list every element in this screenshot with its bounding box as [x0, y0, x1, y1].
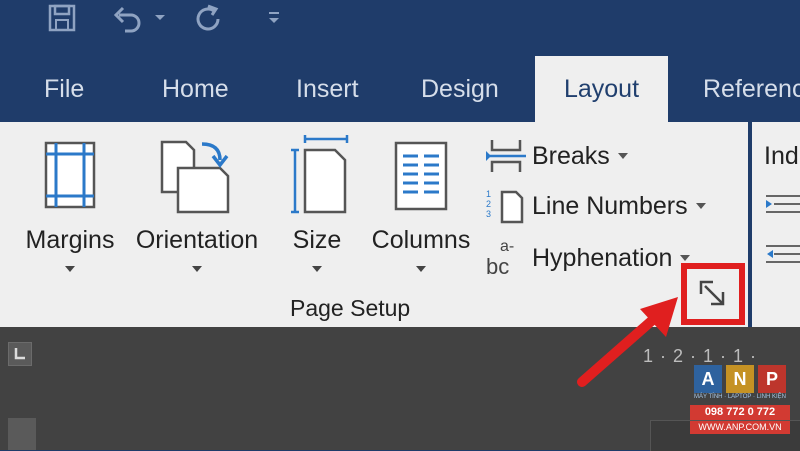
hyphenation-icon: a- bc: [486, 238, 526, 279]
indent-label: Ind: [764, 142, 799, 170]
tab-insert[interactable]: Insert: [296, 56, 359, 122]
customize-qat-icon[interactable]: [262, 0, 286, 36]
svg-text:3: 3: [486, 209, 491, 219]
size-icon: [291, 135, 349, 214]
group-label-page-setup: Page Setup: [290, 295, 411, 321]
breaks-icon: [486, 140, 526, 172]
watermark-letter: P: [758, 365, 786, 393]
hyphenation-button[interactable]: a- bc Hyphenation: [486, 238, 691, 279]
size-button[interactable]: Size: [282, 132, 352, 282]
columns-label: Columns: [371, 226, 471, 254]
chevron-down-icon: [680, 255, 691, 261]
size-label: Size: [292, 226, 342, 254]
watermark-phone: 098 772 0 772: [690, 405, 790, 420]
margins-label: Margins: [25, 226, 115, 254]
paragraph-group-partial: Ind: [752, 122, 800, 327]
chevron-down-icon: [65, 266, 75, 272]
columns-button[interactable]: Columns: [366, 132, 476, 282]
chevron-down-icon: [312, 266, 322, 272]
breaks-label: Breaks: [532, 141, 610, 170]
repeat-icon[interactable]: [188, 0, 228, 36]
tab-home[interactable]: Home: [162, 56, 229, 122]
line-numbers-button[interactable]: 1 2 3 Line Numbers: [486, 186, 706, 226]
indent-right-icon[interactable]: [766, 242, 800, 266]
orientation-button[interactable]: Orientation: [128, 132, 266, 282]
dialog-launcher-icon: [699, 280, 725, 306]
red-arrow-annotation: [577, 297, 678, 387]
chevron-down-icon: [192, 266, 202, 272]
watermark-letter: N: [726, 365, 754, 393]
chevron-down-icon: [695, 203, 706, 209]
tab-selector-icon[interactable]: [8, 342, 32, 366]
watermark-tagline: MÁY TÍNH · LAPTOP · LINH KIỆN: [694, 394, 786, 400]
svg-text:2: 2: [486, 199, 491, 209]
tab-file[interactable]: File: [44, 56, 84, 122]
page-setup-dialog-launcher[interactable]: [681, 263, 745, 325]
watermark-letter: A: [694, 365, 722, 393]
chevron-down-icon: [416, 266, 426, 272]
undo-icon[interactable]: [108, 0, 148, 36]
tab-references[interactable]: Referenc: [703, 56, 800, 122]
orientation-label: Orientation: [135, 226, 259, 254]
save-icon[interactable]: [40, 0, 84, 36]
line-numbers-icon: 1 2 3: [486, 189, 524, 224]
breaks-button[interactable]: Breaks: [486, 136, 628, 176]
hyphenation-icon-bottom: bc: [486, 254, 510, 279]
orientation-icon: [160, 140, 230, 214]
margins-button[interactable]: Margins: [20, 132, 120, 282]
vertical-ruler: [8, 418, 36, 450]
line-numbers-label: Line Numbers: [532, 191, 688, 220]
watermark-site: WWW.ANP.COM.VN: [690, 421, 790, 434]
svg-text:1: 1: [486, 189, 491, 199]
tab-layout[interactable]: Layout: [535, 56, 668, 122]
chevron-down-icon: [617, 153, 628, 159]
undo-dropdown-icon[interactable]: [150, 0, 170, 36]
hyphenation-label: Hyphenation: [532, 243, 673, 272]
ribbon-tabs: File Home Insert Design Layout Referenc: [0, 56, 800, 122]
margins-icon: [44, 141, 96, 209]
quick-access-toolbar: [0, 0, 800, 40]
indent-left-icon[interactable]: [766, 192, 800, 216]
tab-design[interactable]: Design: [421, 56, 499, 122]
columns-icon: [394, 141, 448, 211]
